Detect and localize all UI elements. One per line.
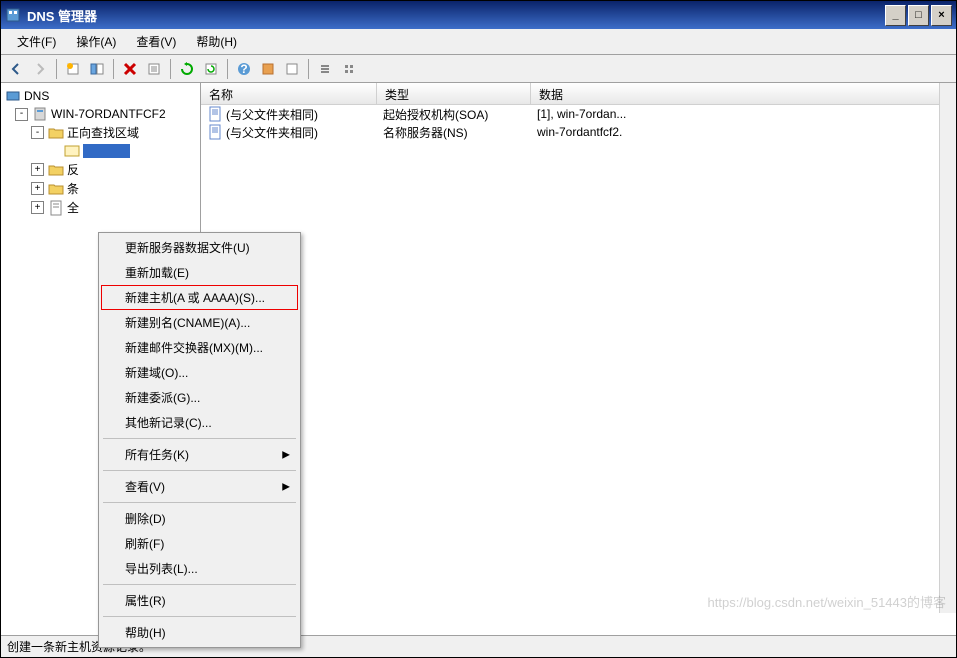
tree-item-conditional[interactable]: + 条 bbox=[5, 179, 196, 198]
collapse-icon[interactable]: - bbox=[31, 126, 44, 139]
tree-label: 全 bbox=[67, 199, 79, 216]
titlebar: DNS 管理器 _ □ × bbox=[1, 1, 956, 29]
new-button[interactable] bbox=[62, 58, 84, 80]
context-menu-item[interactable]: 所有任务(K)▶ bbox=[101, 442, 298, 467]
delete-button[interactable] bbox=[119, 58, 141, 80]
show-hide-button[interactable] bbox=[86, 58, 108, 80]
context-menu-item[interactable]: 更新服务器数据文件(U) bbox=[101, 235, 298, 260]
cell-name: (与父文件夹相同) bbox=[226, 106, 318, 123]
cell-type: 名称服务器(NS) bbox=[383, 124, 468, 141]
maximize-button[interactable]: □ bbox=[908, 5, 929, 26]
context-menu-item[interactable]: 查看(V)▶ bbox=[101, 474, 298, 499]
tree-item-global[interactable]: + 全 bbox=[5, 198, 196, 217]
col-name[interactable]: 名称 bbox=[201, 83, 377, 104]
tree-label bbox=[83, 144, 130, 158]
expand-icon[interactable]: + bbox=[31, 201, 44, 214]
separator bbox=[170, 59, 171, 79]
menu-separator bbox=[103, 470, 296, 471]
folder-icon bbox=[48, 162, 64, 178]
cell-data: win-7ordantfcf2. bbox=[537, 125, 622, 139]
back-button[interactable] bbox=[5, 58, 27, 80]
context-menu-item[interactable]: 属性(R) bbox=[101, 588, 298, 613]
separator bbox=[56, 59, 57, 79]
list-panel: 名称 类型 数据 (与父文件夹相同) 起始授权机构(SOA) [1], win-… bbox=[201, 83, 956, 635]
context-menu: 更新服务器数据文件(U)重新加载(E)新建主机(A 或 AAAA)(S)...新… bbox=[98, 232, 301, 648]
toolbar: ? bbox=[1, 55, 956, 83]
context-menu-item[interactable]: 导出列表(L)... bbox=[101, 556, 298, 581]
close-button[interactable]: × bbox=[931, 5, 952, 26]
tree-label: 正向查找区域 bbox=[67, 124, 139, 141]
menu-action[interactable]: 操作(A) bbox=[66, 30, 126, 53]
cell-type: 起始授权机构(SOA) bbox=[383, 106, 488, 123]
tree-label: 反 bbox=[67, 161, 79, 178]
context-menu-item[interactable]: 刷新(F) bbox=[101, 531, 298, 556]
svg-text:?: ? bbox=[240, 62, 247, 76]
cell-name: (与父文件夹相同) bbox=[226, 124, 318, 141]
list-button-1[interactable] bbox=[314, 58, 336, 80]
menu-view[interactable]: 查看(V) bbox=[126, 30, 186, 53]
context-menu-item[interactable]: 新建主机(A 或 AAAA)(S)... bbox=[101, 285, 298, 310]
tree-root-dns[interactable]: DNS bbox=[5, 87, 196, 105]
tree-item-reverse[interactable]: + 反 bbox=[5, 160, 196, 179]
submenu-arrow-icon: ▶ bbox=[282, 481, 290, 492]
dns-icon bbox=[5, 88, 21, 104]
menu-help[interactable]: 帮助(H) bbox=[186, 30, 247, 53]
tree-zone-selected[interactable] bbox=[5, 142, 196, 160]
col-data[interactable]: 数据 bbox=[531, 83, 956, 104]
context-menu-item[interactable]: 新建委派(G)... bbox=[101, 385, 298, 410]
view-button-1[interactable] bbox=[281, 58, 303, 80]
properties-button[interactable] bbox=[143, 58, 165, 80]
list-row[interactable]: (与父文件夹相同) 起始授权机构(SOA) [1], win-7ordan... bbox=[201, 105, 956, 123]
app-icon bbox=[5, 7, 21, 23]
menu-separator bbox=[103, 438, 296, 439]
tree-server[interactable]: - WIN-7ORDANTFCF2 bbox=[5, 105, 196, 123]
menu-separator bbox=[103, 584, 296, 585]
list-button-2[interactable] bbox=[338, 58, 360, 80]
col-type[interactable]: 类型 bbox=[377, 83, 531, 104]
context-menu-item[interactable]: 新建邮件交换器(MX)(M)... bbox=[101, 335, 298, 360]
tree-label: DNS bbox=[24, 89, 49, 103]
list-header: 名称 类型 数据 bbox=[201, 83, 956, 105]
refresh-button-2[interactable] bbox=[200, 58, 222, 80]
context-menu-item[interactable]: 新建别名(CNAME)(A)... bbox=[101, 310, 298, 335]
context-menu-item[interactable]: 帮助(H) bbox=[101, 620, 298, 645]
expand-icon[interactable]: + bbox=[31, 182, 44, 195]
submenu-arrow-icon: ▶ bbox=[282, 449, 290, 460]
list-row[interactable]: (与父文件夹相同) 名称服务器(NS) win-7ordantfcf2. bbox=[201, 123, 956, 141]
context-menu-item[interactable]: 重新加载(E) bbox=[101, 260, 298, 285]
tree-label: WIN-7ORDANTFCF2 bbox=[51, 107, 166, 121]
list-body: (与父文件夹相同) 起始授权机构(SOA) [1], win-7ordan...… bbox=[201, 105, 956, 635]
window-title: DNS 管理器 bbox=[27, 6, 885, 25]
separator bbox=[227, 59, 228, 79]
cell-data: [1], win-7ordan... bbox=[537, 107, 626, 121]
separator bbox=[113, 59, 114, 79]
context-menu-item[interactable]: 删除(D) bbox=[101, 506, 298, 531]
tree-forward-zone[interactable]: - 正向查找区域 bbox=[5, 123, 196, 142]
expand-icon[interactable]: + bbox=[31, 163, 44, 176]
folder-icon bbox=[48, 181, 64, 197]
context-menu-item[interactable]: 新建域(O)... bbox=[101, 360, 298, 385]
filter-button[interactable] bbox=[257, 58, 279, 80]
separator bbox=[308, 59, 309, 79]
refresh-button-1[interactable] bbox=[176, 58, 198, 80]
tree-label: 条 bbox=[67, 180, 79, 197]
context-menu-item[interactable]: 其他新记录(C)... bbox=[101, 410, 298, 435]
menubar: 文件(F) 操作(A) 查看(V) 帮助(H) bbox=[1, 29, 956, 55]
forward-button[interactable] bbox=[29, 58, 51, 80]
collapse-icon[interactable]: - bbox=[15, 108, 28, 121]
minimize-button[interactable]: _ bbox=[885, 5, 906, 26]
menu-separator bbox=[103, 616, 296, 617]
server-icon bbox=[32, 106, 48, 122]
help-button[interactable]: ? bbox=[233, 58, 255, 80]
log-icon bbox=[48, 200, 64, 216]
menu-separator bbox=[103, 502, 296, 503]
record-icon bbox=[207, 106, 223, 122]
record-icon bbox=[207, 124, 223, 140]
folder-icon bbox=[48, 125, 64, 141]
zone-icon bbox=[64, 143, 80, 159]
menu-file[interactable]: 文件(F) bbox=[7, 30, 66, 53]
vertical-scrollbar[interactable] bbox=[939, 83, 956, 613]
